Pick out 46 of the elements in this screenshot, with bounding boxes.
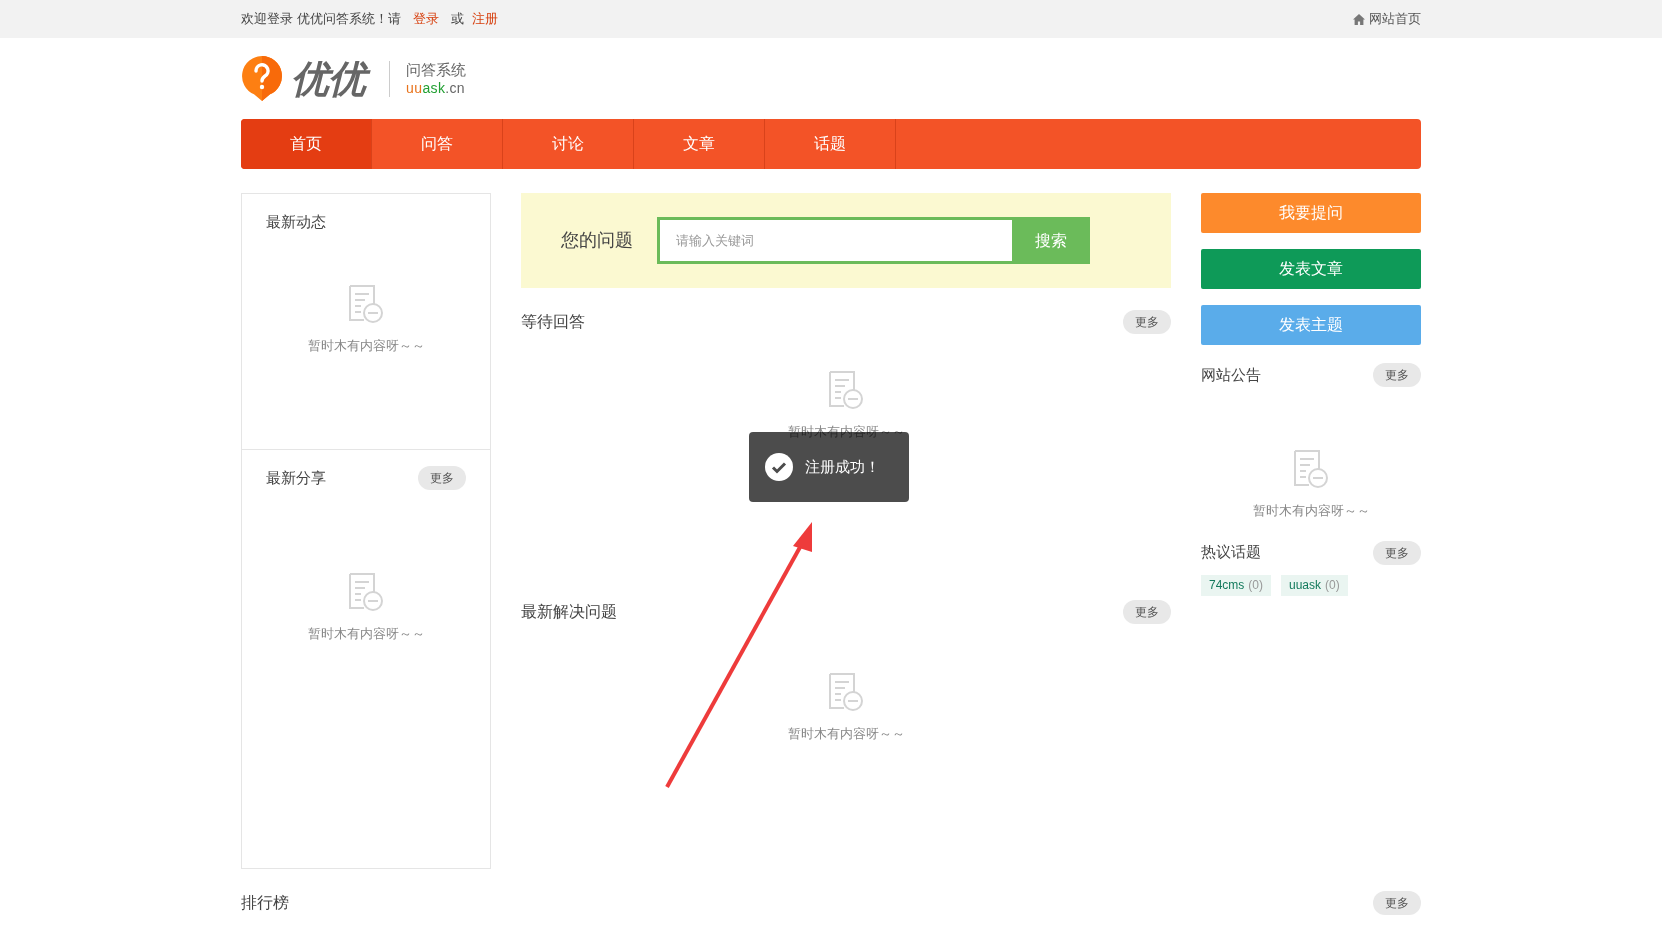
- topic-tag[interactable]: uuask (0): [1281, 574, 1348, 596]
- home-link[interactable]: 网站首页: [1353, 9, 1421, 29]
- more-button[interactable]: 更多: [1123, 310, 1171, 334]
- empty-message: 暂时木有内容呀～～: [787, 725, 905, 743]
- nav-tab[interactable]: 首页: [241, 119, 372, 169]
- document-icon: [827, 370, 865, 410]
- search-field[interactable]: 请输入关键词: [657, 217, 1012, 264]
- nav-tab[interactable]: 问答: [372, 119, 503, 169]
- logo-name: 优优: [291, 54, 374, 103]
- panel-title: 网站公告: [1201, 364, 1261, 385]
- more-button[interactable]: 更多: [1373, 540, 1421, 565]
- document-icon: [1292, 449, 1330, 489]
- document-icon: [347, 284, 385, 324]
- panel-title: 最新动态: [266, 211, 326, 232]
- check-icon: [765, 453, 793, 481]
- topic-tag[interactable]: 74cms (0): [1201, 574, 1271, 596]
- empty-message: 暂时木有内容呀～～: [1252, 502, 1370, 520]
- section-title: 排行榜: [241, 893, 289, 913]
- nav-tab[interactable]: 文章: [634, 119, 765, 169]
- section-title: 等待回答: [521, 312, 585, 332]
- document-icon: [347, 572, 385, 612]
- action-button[interactable]: 发表文章: [1201, 249, 1421, 289]
- home-icon: [1353, 13, 1365, 25]
- action-button[interactable]: 发表主题: [1201, 305, 1421, 345]
- or-text: 或: [450, 10, 464, 29]
- search-button[interactable]: 搜索: [1012, 217, 1090, 264]
- search-label: 您的问题: [561, 229, 633, 252]
- empty-message: 暂时木有内容呀～～: [307, 625, 425, 643]
- more-button[interactable]: 更多: [418, 466, 466, 490]
- welcome-text: 欢迎登录 优优问答系统！请: [241, 10, 401, 29]
- more-button[interactable]: 更多: [1123, 600, 1171, 624]
- empty-message: 暂时木有内容呀～～: [307, 337, 425, 355]
- register-link[interactable]: 注册: [471, 9, 498, 29]
- nav-tab[interactable]: 讨论: [503, 119, 634, 169]
- panel-title: 热议话题: [1201, 542, 1261, 563]
- section-title: 最新解决问题: [521, 602, 617, 622]
- nav-tab[interactable]: 话题: [765, 119, 896, 169]
- document-icon: [827, 672, 865, 712]
- more-button[interactable]: 更多: [1373, 363, 1421, 387]
- more-button[interactable]: 更多: [1373, 891, 1421, 915]
- panel-title: 最新分享: [266, 467, 326, 488]
- login-link[interactable]: 登录: [412, 9, 439, 29]
- action-button[interactable]: 我要提问: [1201, 193, 1421, 233]
- logo-domain: uuask.cn: [406, 78, 466, 98]
- logo-subtitle: 问答系统: [406, 59, 467, 79]
- question-logo-icon: [241, 55, 283, 102]
